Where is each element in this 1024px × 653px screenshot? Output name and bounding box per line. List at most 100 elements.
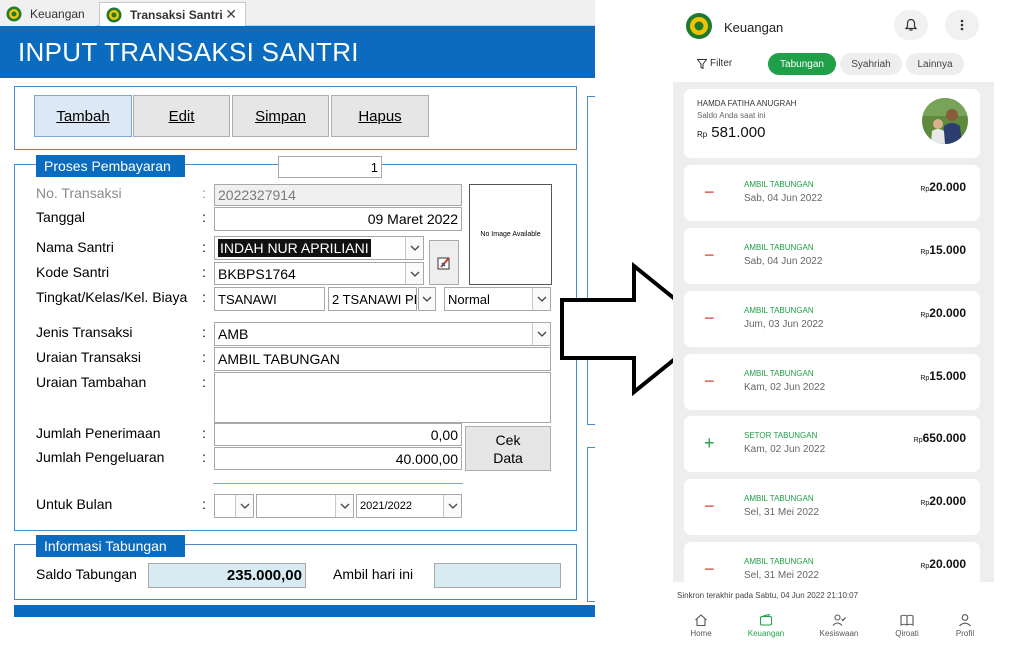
transaction-type: AMBIL TABUNGAN bbox=[744, 557, 814, 566]
transaction-type: AMBIL TABUNGAN bbox=[744, 180, 814, 189]
amount-value: 20.000 bbox=[929, 180, 966, 194]
transaction-date: Sel, 31 Mei 2022 bbox=[744, 570, 820, 581]
tambah-button[interactable]: Tambah bbox=[34, 95, 132, 137]
list-item[interactable]: − AMBIL TABUNGAN Kam, 02 Jun 2022 Rp15.0… bbox=[684, 354, 980, 410]
list-item[interactable]: − AMBIL TABUNGAN Sel, 31 Mei 2022 Rp20.0… bbox=[684, 542, 980, 582]
transaction-date: Kam, 02 Jun 2022 bbox=[744, 444, 826, 455]
no-transaksi-field: 2022327914 bbox=[214, 184, 462, 206]
edit-label: Edit bbox=[168, 107, 195, 125]
avatar[interactable] bbox=[922, 98, 968, 144]
list-item[interactable]: − AMBIL TABUNGAN Sab, 04 Jun 2022 Rp20.0… bbox=[684, 165, 980, 221]
nama-santri-label: Nama Santri bbox=[36, 239, 114, 255]
kode-santri-combo[interactable]: BKBPS1764 bbox=[214, 262, 424, 285]
hapus-label: Hapus bbox=[358, 107, 402, 125]
jumlah-pengeluaran-field[interactable]: 40.000,00 bbox=[214, 447, 462, 470]
filter-button[interactable]: Filter bbox=[697, 58, 732, 69]
kel-biaya-value: Normal bbox=[448, 291, 490, 307]
chevron-down-icon[interactable] bbox=[532, 323, 550, 345]
mobile-app-screen: Keuangan Filter Tabungan Syahriah Lainny… bbox=[673, 0, 1002, 653]
app-logo-icon bbox=[106, 7, 122, 22]
chip-syahriah[interactable]: Syahriah bbox=[840, 53, 902, 75]
uraian-transaksi-field[interactable]: AMBIL TABUNGAN bbox=[214, 347, 551, 371]
jenis-transaksi-combo[interactable]: AMB bbox=[214, 322, 551, 346]
colon: : bbox=[202, 349, 206, 365]
chevron-down-icon[interactable] bbox=[532, 288, 550, 310]
uraian-transaksi-label: Uraian Transaksi bbox=[36, 349, 142, 365]
list-item[interactable]: − AMBIL TABUNGAN Sel, 31 Mei 2022 Rp20.0… bbox=[684, 479, 980, 535]
simpan-button[interactable]: Simpan bbox=[232, 95, 329, 137]
chevron-down-icon[interactable] bbox=[405, 263, 423, 284]
chevron-down-icon[interactable] bbox=[418, 287, 436, 311]
nav-label: Home bbox=[690, 629, 712, 638]
amount-value: 15.000 bbox=[929, 243, 966, 257]
list-item[interactable]: − AMBIL TABUNGAN Sab, 04 Jun 2022 Rp15.0… bbox=[684, 228, 980, 284]
tahun-ajaran-value: 2021/2022 bbox=[360, 500, 412, 512]
desktop-app-window: Keuangan Transaksi Santri ✕ INPUT TRANSA… bbox=[0, 0, 595, 653]
transaction-date: Sel, 31 Mei 2022 bbox=[744, 507, 820, 518]
tingkat-kelas-label: Tingkat/Kelas/Kel. Biaya bbox=[36, 289, 188, 305]
tingkat-field[interactable]: TSANAWI bbox=[214, 287, 325, 311]
jumlah-penerimaan-field[interactable]: 0,00 bbox=[214, 423, 462, 446]
jumlah-pengeluaran-label: Jumlah Pengeluaran bbox=[36, 449, 165, 465]
counter-field[interactable]: 1 bbox=[278, 156, 382, 178]
sync-status: Sinkron terakhir pada Sabtu, 04 Jun 2022… bbox=[677, 591, 859, 600]
currency-label: Rp bbox=[913, 437, 923, 444]
currency-label: Rp bbox=[920, 186, 930, 193]
transaction-amount: Rp20.000 bbox=[920, 306, 966, 320]
bulan-from-combo[interactable] bbox=[214, 494, 254, 518]
nav-kesiswaan[interactable]: Kesiswaan bbox=[809, 613, 869, 638]
minus-icon: − bbox=[704, 559, 715, 579]
minus-icon: − bbox=[704, 496, 715, 516]
minus-icon: − bbox=[704, 308, 715, 328]
balance-card: HAMDA FATIHA ANUGRAH Saldo Anda saat ini… bbox=[684, 89, 980, 158]
edit-button[interactable]: Edit bbox=[133, 95, 230, 137]
nav-home[interactable]: Home bbox=[673, 613, 731, 638]
kel-biaya-combo[interactable]: Normal bbox=[444, 287, 551, 311]
bottom-nav: Home Keuangan Kesiswaan Qiroati Profil bbox=[673, 605, 1002, 645]
chevron-down-icon[interactable] bbox=[235, 495, 253, 517]
nav-keuangan[interactable]: Keuangan bbox=[736, 613, 796, 638]
chevron-down-icon[interactable] bbox=[405, 237, 423, 259]
chevron-down-icon[interactable] bbox=[335, 495, 353, 517]
profile-icon bbox=[959, 614, 971, 627]
currency-label: Rp bbox=[920, 563, 930, 570]
tahun-ajaran-combo[interactable]: 2021/2022 bbox=[356, 494, 462, 518]
colon: : bbox=[202, 264, 206, 280]
balance-amount: Rp 581.000 bbox=[697, 124, 765, 141]
hapus-button[interactable]: Hapus bbox=[331, 95, 429, 137]
currency-label: Rp bbox=[920, 249, 930, 256]
close-icon[interactable]: ✕ bbox=[225, 6, 237, 23]
book-icon bbox=[900, 614, 914, 626]
bulan-to-combo[interactable] bbox=[256, 494, 354, 518]
saldo-tabungan-label: Saldo Tabungan bbox=[36, 566, 137, 582]
nav-qiroati[interactable]: Qiroati bbox=[877, 613, 937, 638]
kelas-field[interactable]: 2 TSANAWI PI bbox=[328, 287, 417, 311]
currency-label: Rp bbox=[920, 312, 930, 319]
minus-icon: − bbox=[704, 371, 715, 391]
colon: : bbox=[202, 425, 206, 441]
more-menu-button[interactable] bbox=[945, 10, 979, 40]
tab-keuangan[interactable]: Keuangan bbox=[0, 2, 96, 26]
transaction-type: AMBIL TABUNGAN bbox=[744, 243, 814, 252]
nav-profil[interactable]: Profil bbox=[935, 613, 995, 638]
tab-transaksi-santri[interactable]: Transaksi Santri ✕ bbox=[99, 2, 246, 26]
list-item[interactable]: + SETOR TABUNGAN Kam, 02 Jun 2022 Rp650.… bbox=[684, 416, 980, 472]
cek-data-button[interactable]: Cek Data bbox=[465, 426, 551, 471]
chip-lainnya[interactable]: Lainnya bbox=[906, 53, 964, 75]
uraian-tambahan-field[interactable] bbox=[214, 372, 551, 423]
colon: : bbox=[202, 324, 206, 340]
transaction-date: Kam, 02 Jun 2022 bbox=[744, 382, 826, 393]
nav-label: Kesiswaan bbox=[819, 629, 859, 638]
chip-tabungan[interactable]: Tabungan bbox=[768, 53, 836, 75]
edit-santri-icon[interactable] bbox=[429, 240, 459, 285]
transaction-date: Jum, 03 Jun 2022 bbox=[744, 319, 824, 330]
list-item[interactable]: − AMBIL TABUNGAN Jum, 03 Jun 2022 Rp20.0… bbox=[684, 291, 980, 347]
app-logo-icon bbox=[686, 13, 712, 39]
nama-santri-combo[interactable]: INDAH NUR APRILIANI bbox=[214, 236, 424, 260]
page-header: INPUT TRANSAKSI SANTRI bbox=[0, 26, 595, 78]
colon: : bbox=[202, 374, 206, 390]
tanggal-field[interactable]: 09 Maret 2022 bbox=[214, 207, 462, 231]
chevron-down-icon[interactable] bbox=[443, 495, 461, 517]
notification-button[interactable] bbox=[894, 10, 928, 40]
untuk-bulan-label: Untuk Bulan bbox=[36, 496, 113, 512]
